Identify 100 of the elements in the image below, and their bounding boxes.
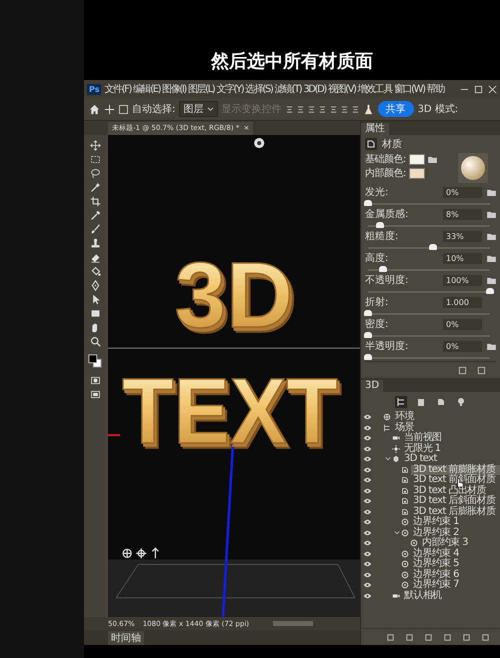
close-icon[interactable] — [488, 84, 497, 94]
menu-item[interactable]: 3D(D) — [303, 84, 326, 94]
slider-thumb[interactable] — [428, 244, 437, 250]
align-icon[interactable] — [308, 106, 315, 112]
menu-item[interactable]: 滤镜(T) — [274, 82, 302, 96]
menu-item[interactable]: 文字(Y) — [216, 82, 244, 96]
rectangle-icon[interactable] — [90, 308, 100, 319]
3d-tab[interactable]: 3D — [361, 380, 384, 392]
eye-icon[interactable] — [363, 592, 372, 599]
eye-icon[interactable] — [363, 488, 372, 494]
canvas[interactable]: 3D TEXT — [108, 135, 360, 617]
tree-item[interactable]: 3D text 后膨胀材质 — [411, 506, 498, 517]
menu-item[interactable]: 窗口(W) — [394, 82, 425, 96]
folder-icon[interactable] — [487, 188, 496, 196]
slider-thumb[interactable] — [486, 288, 494, 294]
eye-icon[interactable] — [363, 435, 372, 442]
value-field[interactable]: 0% — [443, 186, 482, 198]
bucket-icon[interactable] — [90, 266, 100, 277]
lasso-icon[interactable] — [90, 168, 100, 179]
app-logo[interactable]: Ps — [87, 84, 102, 94]
color-swatches-icon[interactable] — [88, 354, 102, 368]
tree-item[interactable]: 边界约束 6 — [411, 570, 461, 580]
eye-icon[interactable] — [363, 561, 372, 568]
menu-item[interactable]: 图像(I) — [162, 82, 186, 96]
scrollbar[interactable] — [273, 621, 314, 626]
value-field[interactable]: 1.000 — [443, 296, 482, 308]
value-field[interactable]: 0% — [443, 318, 482, 330]
eye-icon[interactable] — [363, 530, 372, 536]
menu-item[interactable]: 文件(F) — [104, 82, 132, 96]
value-field[interactable]: 33% — [443, 230, 482, 242]
align-icon[interactable] — [330, 106, 337, 112]
share-button[interactable]: 共享 — [378, 101, 414, 117]
slider-thumb[interactable] — [364, 332, 372, 338]
crop-icon[interactable] — [90, 196, 100, 207]
folder-icon[interactable] — [487, 276, 496, 284]
layer-dropdown[interactable]: 图层 — [179, 101, 218, 117]
folder-icon[interactable] — [487, 342, 496, 350]
align-icon[interactable] — [352, 106, 359, 112]
tree-item[interactable]: 边界约束 1 — [411, 517, 461, 528]
timeline-tab[interactable]: 时间轴 — [108, 630, 144, 644]
align-icon[interactable] — [286, 106, 293, 112]
slider-thumb[interactable] — [364, 354, 372, 360]
menu-item[interactable]: 编辑(E) — [133, 82, 160, 96]
home-icon[interactable] — [89, 104, 100, 114]
align-icon[interactable] — [340, 106, 348, 112]
tree-item[interactable]: 场景 — [393, 422, 416, 433]
menu-item[interactable]: 帮助 — [426, 82, 444, 96]
folder-icon[interactable] — [487, 232, 496, 240]
tree-item[interactable]: 3D text 后斜面材质 — [411, 496, 498, 506]
chevron-icon[interactable] — [385, 456, 391, 462]
menu-item[interactable]: 图层(L) — [188, 82, 214, 96]
menu-item[interactable]: 视图(V) — [328, 82, 356, 96]
eye-icon[interactable] — [363, 477, 372, 484]
tree-item[interactable]: 3D text 凸出材质 — [411, 486, 488, 496]
axis-widget-icon[interactable] — [122, 547, 159, 559]
slider-thumb[interactable] — [364, 200, 372, 206]
checkbox[interactable] — [119, 104, 128, 114]
stamp-icon[interactable] — [90, 238, 100, 249]
eye-icon[interactable] — [363, 414, 372, 420]
light-icon[interactable] — [254, 138, 264, 148]
eye-icon[interactable] — [363, 508, 372, 515]
slider-thumb[interactable] — [378, 266, 387, 272]
tree-item[interactable]: 当前视图 — [402, 433, 444, 444]
flask-icon[interactable] — [362, 104, 374, 114]
marquee-icon[interactable] — [90, 154, 100, 165]
eye-icon[interactable] — [363, 446, 372, 452]
tree-item[interactable]: 内部约束 3 — [420, 538, 470, 548]
screen-mode-icon[interactable] — [90, 389, 100, 400]
material-sphere-preview[interactable] — [458, 153, 488, 183]
eye-icon[interactable] — [363, 540, 372, 546]
value-field[interactable]: 100% — [443, 274, 482, 286]
tree-item[interactable]: 3D text 前膨胀材质 — [411, 464, 500, 475]
maximize-icon[interactable] — [474, 84, 483, 94]
folder-icon[interactable] — [487, 254, 496, 262]
folder-icon[interactable] — [487, 210, 496, 218]
properties-tab[interactable]: 属性 — [361, 123, 389, 135]
align-icon[interactable] — [318, 106, 326, 112]
tree-item[interactable]: 边界约束 4 — [411, 548, 461, 559]
eye-icon[interactable] — [363, 456, 372, 462]
eye-icon[interactable] — [363, 466, 372, 473]
tree-item[interactable]: 边界约束 7 — [411, 580, 461, 590]
magnifier-icon[interactable] — [90, 336, 100, 347]
tree-item[interactable]: 3D text — [402, 454, 439, 464]
chevron-icon[interactable] — [394, 530, 400, 536]
color-swatch[interactable] — [408, 168, 425, 178]
eye-icon[interactable] — [363, 498, 372, 504]
value-field[interactable]: 0% — [443, 340, 482, 352]
slider-thumb[interactable] — [376, 222, 384, 228]
tree-item[interactable]: 边界约束 2 — [411, 528, 461, 538]
hierarchy-icon[interactable] — [394, 396, 406, 408]
tree-item[interactable]: 环境 — [393, 412, 416, 422]
tree-item[interactable]: 默认相机 — [402, 590, 444, 601]
pen-icon[interactable] — [90, 280, 100, 291]
tree-item[interactable]: 边界约束 5 — [411, 559, 461, 570]
eye-icon[interactable] — [363, 550, 372, 557]
menu-item[interactable]: 增效工具 — [358, 82, 392, 96]
value-field[interactable]: 10% — [443, 252, 482, 264]
eye-icon[interactable] — [363, 572, 372, 578]
align-icon[interactable] — [296, 106, 304, 112]
move-icon[interactable] — [90, 140, 100, 151]
